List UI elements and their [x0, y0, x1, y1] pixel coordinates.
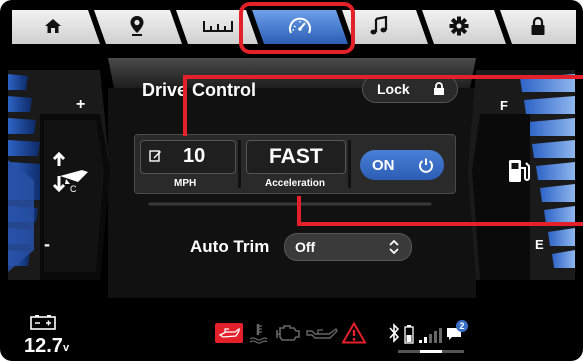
acceleration-label: Acceleration	[265, 178, 326, 189]
svg-text:C: C	[70, 184, 77, 192]
engine-check-icon	[276, 325, 300, 341]
trim-down-label[interactable]: -	[44, 234, 50, 255]
callout-line	[183, 78, 187, 136]
music-note-icon	[370, 16, 388, 35]
tab-home[interactable]	[38, 8, 68, 44]
page-title: Drive Control	[142, 80, 257, 100]
battery-voltage-unit: v	[63, 342, 70, 354]
battery-voltage-value: 12.7	[24, 335, 63, 357]
speedometer-icon	[289, 17, 311, 34]
lock-icon	[434, 82, 444, 95]
location-pin-icon	[130, 16, 144, 36]
tab-navigation[interactable]	[122, 8, 152, 44]
lock-icon	[531, 16, 545, 35]
lock-button[interactable]: Lock	[362, 75, 458, 103]
toggle-label: ON	[372, 157, 395, 174]
divider	[238, 140, 241, 188]
gear-icon	[449, 16, 469, 36]
fuel-empty-label: E	[535, 237, 544, 252]
warning-triangle-icon	[342, 322, 366, 344]
callout-line	[297, 222, 583, 226]
fuel-full-label: F	[500, 98, 508, 113]
auto-trim-value: Off	[295, 239, 316, 255]
oil-can-icon	[215, 323, 243, 343]
oil-pressure-icon	[306, 327, 338, 339]
lock-button-label: Lock	[377, 81, 410, 97]
auto-trim-label: Auto Trim	[190, 237, 270, 256]
page-indicator-active	[420, 350, 442, 353]
signal-strength-icon	[419, 328, 442, 343]
speed-value: 10	[183, 145, 206, 167]
coolant-temp-icon	[249, 324, 268, 344]
auto-trim-select[interactable]: Off	[284, 233, 412, 261]
trim-up-label[interactable]: +	[76, 96, 85, 114]
callout-line	[183, 75, 583, 79]
speed-unit-label: MPH	[174, 178, 197, 189]
phone-battery-icon	[404, 325, 414, 344]
battery-icon	[30, 315, 56, 330]
home-icon	[45, 19, 61, 33]
divider	[348, 140, 351, 188]
tab-settings[interactable]	[444, 8, 474, 44]
fuel-pump-icon	[509, 160, 530, 182]
bluetooth-icon	[389, 323, 400, 343]
acceleration-value: FAST	[269, 145, 323, 168]
notification-badge: 2	[456, 320, 468, 332]
boat-trim-icon: C	[52, 152, 88, 192]
screen: + - C F E Drive Control Lock 10 MPH FAST…	[0, 0, 583, 361]
tab-gauges[interactable]	[198, 8, 238, 44]
edit-icon	[149, 150, 161, 162]
chevron-updown-icon	[389, 240, 399, 254]
tab-drive-control[interactable]	[284, 8, 316, 44]
power-icon	[419, 158, 433, 173]
ruler-icon	[203, 21, 233, 32]
drive-control-toggle[interactable]: ON	[360, 150, 444, 180]
tab-audio[interactable]	[364, 8, 394, 44]
tab-lock[interactable]	[524, 8, 552, 44]
